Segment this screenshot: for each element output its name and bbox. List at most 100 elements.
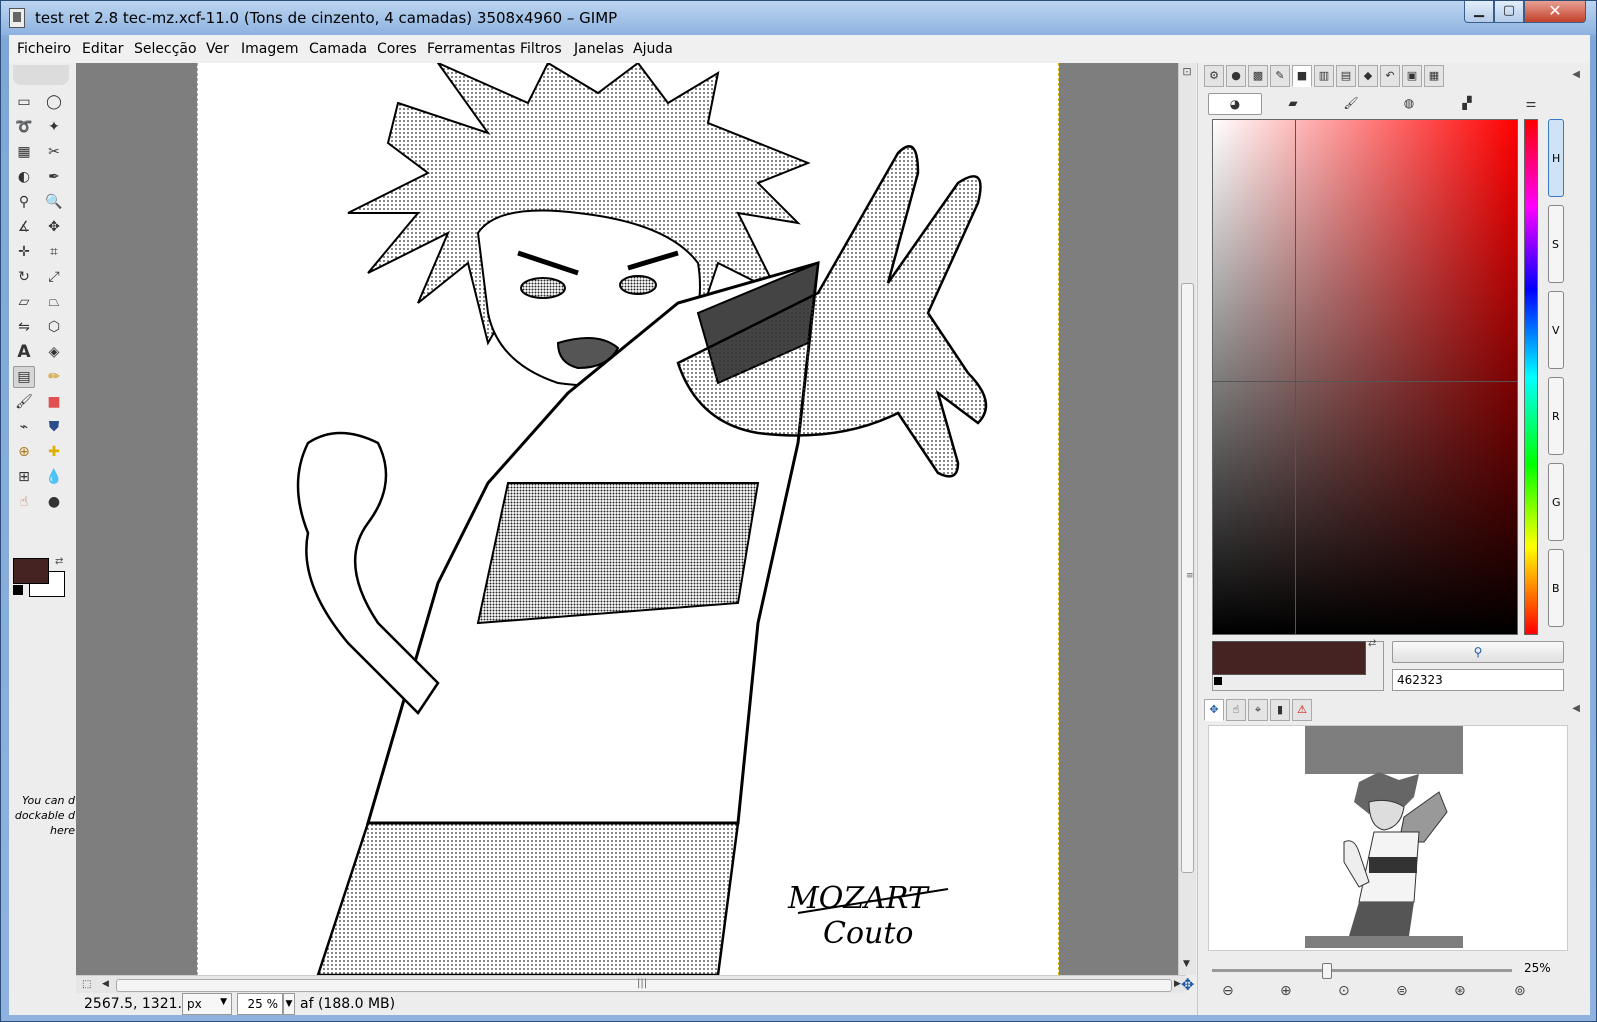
rotate-icon[interactable]: ↻ [13,266,35,288]
zoom-icon[interactable]: 🔍 [43,191,65,213]
channel-h-button[interactable]: H [1548,119,1564,197]
image-canvas[interactable]: MOZART Couto [197,63,1059,975]
foreground-color-swatch[interactable] [13,558,49,584]
dock-menu-icon[interactable]: ◀ [1572,703,1580,714]
menu-ajuda[interactable]: Ajuda [633,41,673,57]
unit-selector[interactable]: px ▼ [182,993,232,1015]
tab-fonts[interactable]: ◆ [1358,65,1378,87]
tab-palettes[interactable]: ▤ [1336,65,1356,87]
tab-images[interactable]: ▦ [1424,65,1444,87]
tab-navigation[interactable]: ✥ [1204,699,1224,721]
tab-watercolor-selector[interactable]: 🖌 [1324,93,1378,115]
swap-colors-icon[interactable]: ⇄ [1368,638,1376,649]
bucket-fill-icon[interactable]: ◈ [43,341,65,363]
scroll-right-icon[interactable]: ▶ [1174,979,1181,989]
tab-scales-selector[interactable]: ⚌ [1504,93,1558,115]
hue-strip[interactable] [1524,119,1538,635]
tab-error-console[interactable]: ⚠ [1292,699,1312,721]
menu-ver[interactable]: Ver [206,41,229,57]
menu-editar[interactable]: Editar [82,41,123,57]
smudge-icon[interactable]: ☝ [13,491,35,513]
wilber-drop-area[interactable] [13,65,69,85]
eyedropper-button[interactable]: ⚲ [1392,641,1564,663]
scroll-down-icon[interactable]: ▼ [1183,959,1190,969]
quick-mask-icon[interactable]: ⬚ [82,979,91,990]
current-color-preview[interactable] [1212,641,1366,675]
tab-wheel-selector[interactable]: ◍ [1382,93,1436,115]
fuzzy-select-icon[interactable]: ✦ [43,116,65,138]
vertical-scroll-thumb[interactable]: ≡ [1181,283,1194,873]
move-icon[interactable]: ✥ [43,216,65,238]
perspective-clone-icon[interactable]: ⊞ [13,466,35,488]
title-bar[interactable]: test ret 2.8 tec-mz.xcf-11.0 (Tons de ci… [1,1,1596,35]
tab-colors[interactable]: ■ [1292,65,1312,87]
gimp-app-icon[interactable] [9,8,25,28]
zoom-dropdown-icon[interactable]: ▼ [283,993,295,1015]
text-tool-icon[interactable]: A [13,341,35,363]
color-picker-icon[interactable]: ⚲ [13,191,35,213]
tab-undo[interactable]: ↶ [1380,65,1400,87]
tab-histogram[interactable]: ▮ [1270,699,1290,721]
zoom-slider-knob[interactable] [1322,963,1332,979]
airbrush-icon[interactable]: ⌁ [13,416,35,438]
menu-cores[interactable]: Cores [377,41,417,57]
ellipse-select-icon[interactable]: ◯ [43,91,65,113]
foreground-select-icon[interactable]: ◐ [13,166,35,188]
tab-palette-selector[interactable]: ▞ [1440,93,1494,115]
menu-imagem[interactable]: Imagem [241,41,298,57]
paintbrush-icon[interactable]: 🖌 [13,391,35,413]
tab-gimp-selector[interactable]: ◕ [1208,93,1262,115]
default-colors-icon[interactable] [1214,677,1222,685]
paths-icon[interactable]: ✒ [43,166,65,188]
channel-r-button[interactable]: R [1548,377,1564,455]
free-select-icon[interactable]: ➰ [13,116,35,138]
hex-color-input[interactable]: 462323 [1392,669,1564,691]
rect-select-icon[interactable]: ▭ [13,91,35,113]
menu-seleccao[interactable]: Selecção [134,41,197,57]
minimize-button[interactable]: ▁ [1464,1,1494,23]
menu-camada[interactable]: Camada [309,41,367,57]
tab-cmyk-selector[interactable]: ▰ [1266,93,1320,115]
horizontal-scroll-thumb[interactable]: ||| [116,978,1172,992]
menu-ficheiro[interactable]: Ficheiro [17,41,71,57]
shrink-wrap-icon[interactable]: ⊚ [1514,983,1526,999]
crop-icon[interactable]: ⌗ [43,241,65,263]
align-icon[interactable]: ✛ [13,241,35,263]
menu-janelas[interactable]: Janelas [574,41,624,57]
shear-icon[interactable]: ▱ [13,291,35,313]
close-button[interactable]: ✕ [1524,1,1586,23]
vertical-scrollbar[interactable]: ⊡ ≡ ▼ [1178,63,1196,975]
dodge-burn-icon[interactable]: ● [43,491,65,513]
swap-colors-icon[interactable]: ⇄ [55,556,63,567]
tab-patterns[interactable]: ▩ [1248,65,1268,87]
zoom-100-icon[interactable]: ⊙ [1338,983,1350,999]
channel-b-button[interactable]: B [1548,549,1564,627]
zoom-fit-icon[interactable]: ⊡ [1179,65,1195,81]
measure-icon[interactable]: ∡ [13,216,35,238]
maximize-button[interactable]: ▢ [1494,1,1524,23]
zoom-in-icon[interactable]: ⊕ [1280,983,1292,999]
tab-pointer[interactable]: ☝ [1226,699,1246,721]
navigate-image-icon[interactable]: ✥ [1181,975,1194,994]
canvas-area[interactable]: MOZART Couto [76,63,1186,975]
blend-icon[interactable]: ▤ [13,366,35,388]
channel-g-button[interactable]: G [1548,463,1564,541]
tab-paint-dynamics[interactable]: ✎ [1270,65,1290,87]
tab-gradients[interactable]: ▥ [1314,65,1334,87]
tab-templates[interactable]: ▣ [1402,65,1422,87]
eraser-icon[interactable]: ■ [43,391,65,413]
select-by-color-icon[interactable]: ▦ [13,141,35,163]
flip-icon[interactable]: ⇋ [13,316,35,338]
tab-tool-options[interactable]: ⚙ [1204,65,1224,87]
navigator-zoom-slider[interactable] [1212,963,1512,979]
horizontal-scrollbar[interactable]: ⬚ ◀ ||| ▶ [76,975,1186,993]
ink-icon[interactable]: ⛊ [43,416,65,438]
scale-icon[interactable]: ⤢ [43,266,65,288]
cage-transform-icon[interactable]: ⬡ [43,316,65,338]
clone-icon[interactable]: ⊕ [13,441,35,463]
pencil-icon[interactable]: ✏ [43,366,65,388]
channel-v-button[interactable]: V [1548,291,1564,369]
perspective-icon[interactable]: ⏢ [43,291,65,313]
saturation-value-square[interactable] [1212,119,1518,635]
menu-filtros[interactable]: Filtros [520,41,562,57]
